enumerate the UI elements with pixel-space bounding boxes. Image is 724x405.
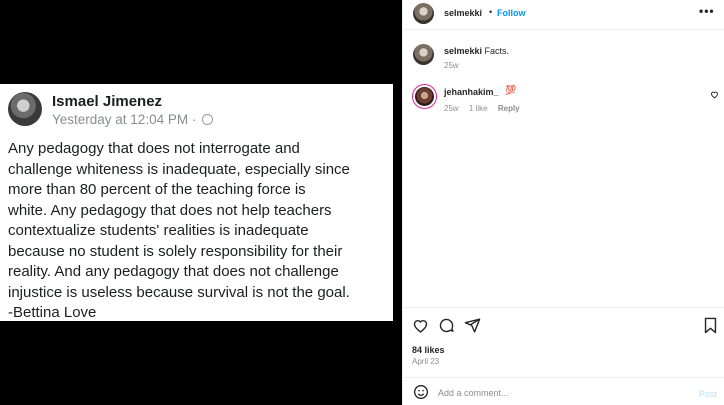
- comment-likes[interactable]: 1 like: [469, 104, 488, 113]
- bookmark-icon[interactable]: [703, 317, 718, 339]
- caption-text: Facts.: [482, 46, 510, 56]
- comment-icon[interactable]: [438, 317, 455, 339]
- commenter-avatar[interactable]: [412, 84, 437, 109]
- follow-button[interactable]: Follow: [497, 8, 526, 18]
- like-count[interactable]: 84 likes: [412, 345, 445, 355]
- facebook-post-card: Ismael Jimenez Yesterday at 12:04 PM · A…: [0, 84, 393, 321]
- author-avatar[interactable]: [413, 3, 434, 24]
- facebook-timestamp: Yesterday at 12:04 PM ·: [52, 112, 214, 127]
- post-date[interactable]: April 23: [412, 357, 439, 366]
- facebook-timestamp-text: Yesterday at 12:04 PM ·: [52, 112, 201, 127]
- comment-time[interactable]: 25w: [444, 104, 459, 113]
- post-comment-button[interactable]: Post: [699, 389, 717, 399]
- post-sidebar: selmekki • Follow ••• selmekki Facts. 25…: [403, 0, 724, 405]
- share-icon[interactable]: [464, 317, 481, 339]
- more-icon[interactable]: •••: [699, 4, 715, 18]
- caption: selmekki Facts.: [444, 46, 509, 56]
- caption-time[interactable]: 25w: [444, 61, 459, 70]
- post-media[interactable]: Ismael Jimenez Yesterday at 12:04 PM · A…: [0, 0, 402, 405]
- comment-meta: 25w 1 like Reply: [444, 104, 528, 113]
- commenter-username[interactable]: jehanhakim_: [444, 87, 499, 97]
- facebook-post-body: Any pedagogy that does not interrogate a…: [8, 140, 350, 321]
- commenter-avatar-image: [415, 87, 434, 106]
- comment-text: 💯: [505, 85, 517, 95]
- caption-avatar[interactable]: [413, 44, 434, 65]
- comment-input[interactable]: [438, 385, 688, 401]
- post-header: selmekki • Follow •••: [403, 0, 724, 30]
- caption-username[interactable]: selmekki: [444, 46, 482, 56]
- header-separator: •: [489, 7, 493, 17]
- actions-divider: [403, 307, 724, 308]
- globe-icon: [202, 114, 214, 125]
- facebook-author-name: Ismael Jimenez: [52, 93, 163, 110]
- reply-button[interactable]: Reply: [498, 104, 520, 113]
- comment-divider: [403, 377, 724, 378]
- emoji-icon[interactable]: [413, 384, 429, 405]
- comment-heart-icon[interactable]: [710, 90, 719, 101]
- author-username[interactable]: selmekki: [444, 8, 482, 18]
- heart-icon[interactable]: [412, 317, 429, 339]
- facebook-avatar: [8, 92, 42, 126]
